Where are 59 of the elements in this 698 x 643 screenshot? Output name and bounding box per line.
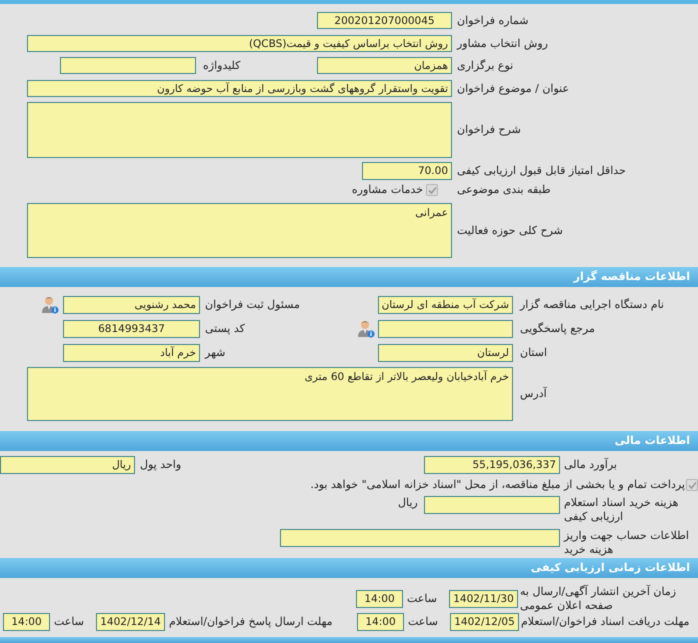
input-field[interactable]: 1402/12/14	[96, 613, 165, 631]
field-label: استان	[520, 346, 548, 360]
field-label: ساعت	[408, 615, 439, 629]
field-label: اطلاعات حساب جهت واریز هزینه خرید	[564, 529, 690, 557]
text-area[interactable]: خرم آبادخیابان ولیعصر بالاتر از تقاطع 60 متری	[27, 367, 513, 421]
input-field[interactable]	[424, 496, 560, 514]
section-header: اطلاعات مناقصه گزار	[0, 267, 698, 287]
option-label: خدمات مشاوره	[350, 182, 423, 198]
input-field[interactable]: 70.00	[362, 162, 452, 180]
text-area[interactable]: عمرانی	[27, 203, 452, 258]
input-field[interactable]: 14:00	[356, 590, 403, 608]
input-field[interactable]: شرکت آب منطقه ای لرستان	[378, 296, 513, 314]
user-info-icon[interactable]	[357, 320, 375, 338]
field-label: ساعت	[54, 615, 85, 629]
field-label: عنوان / موضوع فراخوان	[457, 82, 570, 96]
text-area[interactable]	[27, 102, 452, 158]
field-label: طبقه بندی موضوعی	[457, 183, 552, 197]
input-field[interactable]: خرم آباد	[63, 344, 200, 362]
field-label: هزینه خرید اسناد استعلام ارزیابی کیفی	[564, 496, 680, 524]
input-field[interactable]	[378, 320, 513, 338]
field-label: ساعت	[407, 592, 438, 606]
field-label: شماره فراخوان	[457, 14, 530, 28]
input-field[interactable]: همزمان	[317, 57, 452, 74]
input-field[interactable]: 6814993437	[63, 320, 200, 338]
user-info-icon[interactable]	[41, 296, 59, 314]
input-field[interactable]: روش انتخاب براساس کیفیت و قیمت(QCBS)	[27, 35, 452, 52]
section-header: اطلاعات زمانی ارزیابی کیفی	[0, 558, 698, 578]
field-label: مرجع پاسخگویی	[520, 322, 596, 336]
field-label: آدرس	[520, 387, 548, 401]
field-label: مسئول ثبت فراخوان	[205, 298, 301, 312]
field-label: شهر	[205, 346, 226, 360]
field-label: شرح کلی حوزه فعالیت	[457, 224, 564, 238]
field-label: روش انتخاب مشاور	[457, 36, 549, 50]
field-label: نام دستگاه اجرایی مناقصه گزار	[520, 298, 665, 312]
field-label: حداقل امتیاز قابل قبول ارزیابی کیفی	[457, 164, 627, 178]
field-label: کلیدواژه	[203, 58, 242, 72]
field-label: کد پستی	[205, 322, 246, 336]
field-label: شرح فراخوان	[457, 123, 522, 137]
input-field[interactable]: 1402/12/05	[450, 613, 519, 631]
field-label: زمان آخرین انتشار آگهی/ارسال به صفحه اعلان عمومی	[520, 585, 678, 613]
input-field[interactable]: 200201207000045	[317, 12, 452, 29]
field-label: نوع برگزاری	[457, 58, 514, 72]
input-field[interactable]: 14:00	[3, 613, 50, 631]
input-field[interactable]	[60, 57, 196, 74]
notice-text: پرداخت تمام و یا بخشی از مبلغ مناقصه، از محل "اسناد خزانه اسلامی" خواهد بود.	[313, 476, 685, 493]
field-label: ریال	[398, 496, 419, 510]
input-field[interactable]: تقویت واستقرار گروههای گشت وبازرسی از منابع آب حوضه کارون	[27, 80, 452, 97]
field-label: مهلت ارسال پاسخ فراخوان/استعلام	[169, 615, 334, 629]
input-field[interactable]: 55,195,036,337	[424, 456, 560, 474]
section-header: اطلاعات مالی	[0, 431, 698, 451]
field-label: واحد پول	[140, 458, 182, 472]
input-field[interactable]	[280, 529, 560, 547]
field-label: برآورد مالی	[564, 458, 618, 472]
input-field[interactable]: 1402/11/30	[449, 590, 518, 608]
field-label: مهلت دریافت اسناد فراخوان/استعلام	[521, 615, 690, 629]
input-field[interactable]: 14:00	[357, 613, 404, 631]
input-field[interactable]: ریال	[0, 456, 135, 474]
input-field[interactable]: محمد رشنویی	[63, 296, 200, 314]
input-field[interactable]: لرستان	[378, 344, 513, 362]
